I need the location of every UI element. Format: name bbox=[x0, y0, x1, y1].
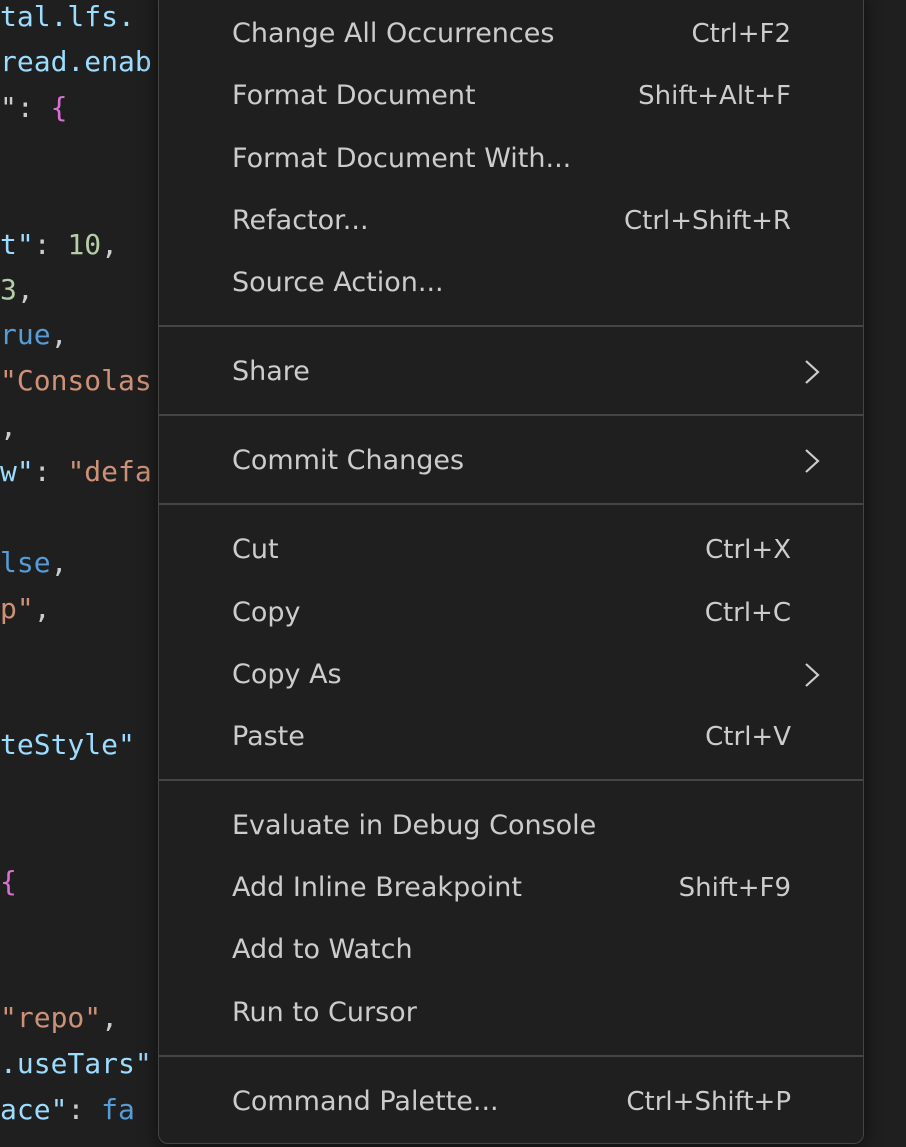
menu-item-label: Source Action... bbox=[232, 267, 444, 298]
menu-item-label: Share bbox=[232, 356, 310, 387]
code-token: "repo" bbox=[0, 1001, 102, 1034]
menu-separator bbox=[159, 414, 863, 416]
menu-item-run-to-cursor[interactable]: Run to Cursor bbox=[159, 984, 863, 1042]
code-line: p", bbox=[0, 587, 51, 631]
code-token: , bbox=[50, 318, 68, 351]
menu-item-share[interactable]: Share bbox=[159, 343, 863, 401]
code-token: p" bbox=[0, 592, 34, 625]
code-token: : bbox=[67, 1093, 102, 1126]
menu-item-label: Add to Watch bbox=[232, 934, 413, 965]
code-line: ": { bbox=[0, 86, 67, 130]
menu-item-shortcut: Ctrl+C bbox=[704, 598, 791, 628]
code-token: { bbox=[50, 91, 68, 124]
menu-item-shortcut: Ctrl+F2 bbox=[691, 19, 791, 49]
menu-item-commit-changes[interactable]: Commit Changes bbox=[159, 432, 863, 490]
code-token: , bbox=[33, 592, 51, 625]
code-line: "repo", bbox=[0, 996, 135, 1040]
code-token: "Consolas bbox=[0, 364, 152, 397]
menu-item-label: Refactor... bbox=[232, 205, 369, 236]
menu-item-shortcut: Ctrl+V bbox=[705, 722, 791, 752]
code-token: : bbox=[33, 455, 68, 488]
menu-item-refactor[interactable]: Refactor... Ctrl+Shift+R bbox=[159, 192, 863, 250]
code-token: , bbox=[50, 546, 68, 579]
code-line: ace": fa bbox=[0, 1088, 135, 1132]
menu-separator bbox=[159, 779, 863, 781]
code-line: , bbox=[0, 405, 17, 449]
menu-item-label: Cut bbox=[232, 534, 279, 565]
code-token: w" bbox=[0, 455, 34, 488]
menu-item-cut[interactable]: Cut Ctrl+X bbox=[159, 521, 863, 579]
menu-item-label: Paste bbox=[232, 721, 305, 752]
code-token: fa bbox=[101, 1093, 135, 1126]
code-line: rue, bbox=[0, 313, 67, 357]
menu-item-label: Format Document bbox=[232, 80, 476, 111]
menu-item-label: Format Document With... bbox=[232, 143, 572, 174]
menu-item-add-to-watch[interactable]: Add to Watch bbox=[159, 921, 863, 979]
code-token: tal.lfs. bbox=[0, 0, 135, 33]
menu-item-format-document[interactable]: Format Document Shift+Alt+F bbox=[159, 67, 863, 125]
menu-item-copy[interactable]: Copy Ctrl+C bbox=[159, 584, 863, 642]
code-line: read.enab bbox=[0, 40, 152, 84]
code-line: .useTars" bbox=[0, 1042, 152, 1086]
chevron-right-icon bbox=[805, 663, 820, 687]
code-token: lse bbox=[0, 546, 51, 579]
code-token: read.enab bbox=[0, 45, 152, 78]
menu-separator bbox=[159, 503, 863, 505]
code-token: , bbox=[101, 228, 119, 261]
code-token: 3 bbox=[0, 273, 17, 306]
menu-item-label: Evaluate in Debug Console bbox=[232, 810, 597, 841]
menu-item-label: Copy As bbox=[232, 659, 342, 690]
menu-item-label: Change All Occurrences bbox=[232, 18, 555, 49]
menu-item-change-all-occurrences[interactable]: Change All Occurrences Ctrl+F2 bbox=[159, 5, 863, 63]
code-token: teStyle" bbox=[0, 728, 135, 761]
code-token: ace" bbox=[0, 1093, 68, 1126]
code-line: lse, bbox=[0, 541, 67, 585]
menu-item-shortcut: Ctrl+Shift+R bbox=[624, 206, 791, 236]
menu-item-shortcut: Shift+Alt+F bbox=[638, 81, 791, 111]
code-line: w": "defa bbox=[0, 450, 152, 494]
menu-separator bbox=[159, 325, 863, 327]
chevron-right-icon bbox=[805, 449, 820, 473]
code-line: "Consolas bbox=[0, 359, 152, 403]
chevron-right-icon bbox=[805, 360, 820, 384]
menu-item-label: Run to Cursor bbox=[232, 997, 417, 1028]
code-token: , bbox=[0, 410, 17, 443]
code-token: { bbox=[0, 865, 17, 898]
code-token: .useTars" bbox=[0, 1047, 152, 1080]
menu-item-shortcut: Shift+F9 bbox=[678, 873, 791, 903]
menu-item-paste[interactable]: Paste Ctrl+V bbox=[159, 708, 863, 766]
menu-item-evaluate-in-debug-console[interactable]: Evaluate in Debug Console bbox=[159, 797, 863, 855]
menu-item-label: Copy bbox=[232, 597, 301, 628]
menu-item-label: Commit Changes bbox=[232, 445, 465, 476]
menu-item-copy-as[interactable]: Copy As bbox=[159, 646, 863, 704]
code-line: 3, bbox=[0, 268, 34, 312]
menu-item-source-action[interactable]: Source Action... bbox=[159, 254, 863, 312]
menu-item-add-inline-breakpoint[interactable]: Add Inline Breakpoint Shift+F9 bbox=[159, 859, 863, 917]
menu-item-format-document-with[interactable]: Format Document With... bbox=[159, 130, 863, 188]
menu-item-label: Command Palette... bbox=[232, 1086, 499, 1117]
code-token: ": bbox=[0, 91, 51, 124]
menu-separator bbox=[159, 1055, 863, 1057]
code-token: 10 bbox=[67, 228, 102, 261]
code-line: teStyle" bbox=[0, 723, 135, 767]
code-line: tal.lfs. bbox=[0, 0, 135, 39]
code-line: t": 10, bbox=[0, 223, 118, 267]
code-token: : bbox=[33, 228, 68, 261]
menu-item-shortcut: Ctrl+Shift+P bbox=[626, 1087, 791, 1117]
code-line: { bbox=[0, 860, 17, 904]
menu-item-command-palette[interactable]: Command Palette... Ctrl+Shift+P bbox=[159, 1073, 863, 1131]
menu-item-label: Add Inline Breakpoint bbox=[232, 872, 522, 903]
code-token: t" bbox=[0, 228, 34, 261]
code-token: rue bbox=[0, 318, 51, 351]
code-token: , bbox=[16, 273, 34, 306]
code-token: , bbox=[101, 1001, 135, 1034]
menu-item-shortcut: Ctrl+X bbox=[705, 535, 791, 565]
code-token: "defa bbox=[67, 455, 152, 488]
context-menu: Change All Occurrences Ctrl+F2 Format Do… bbox=[158, 0, 864, 1144]
